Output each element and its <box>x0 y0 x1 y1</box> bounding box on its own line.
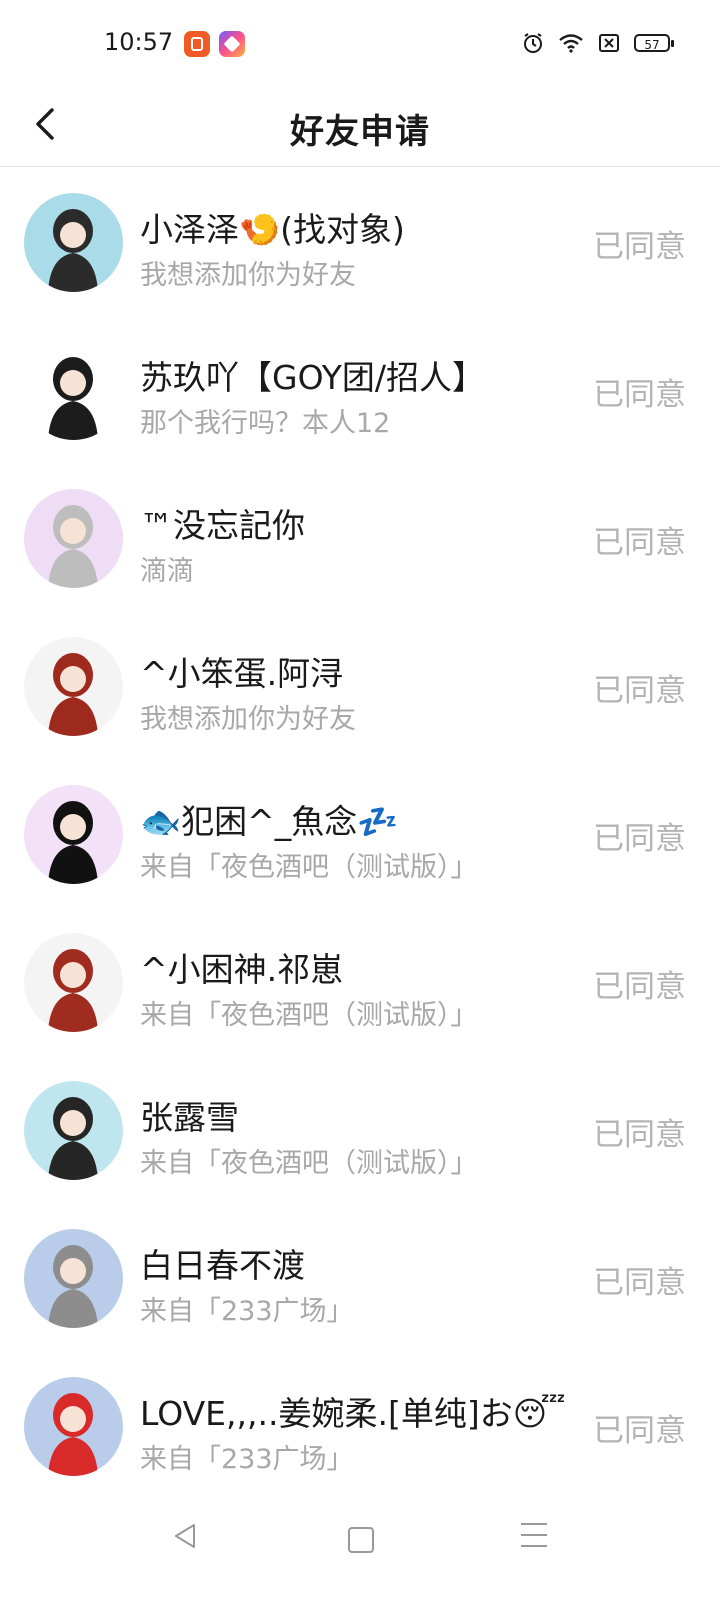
friend-name: 🐟犯困^_魚念💤 <box>140 802 399 841</box>
accepted-status-button: 已同意 <box>593 525 686 561</box>
accepted-status-button: 已同意 <box>593 1413 686 1449</box>
accepted-status-button: 已同意 <box>593 1265 686 1301</box>
status-time: 10:57 <box>104 28 174 56</box>
request-message: 来自「233广场」 <box>140 1444 354 1475</box>
system-nav-bar <box>0 1505 720 1600</box>
accepted-status-button: 已同意 <box>593 673 686 709</box>
friend-name: ^小困神.祁崽 <box>140 950 344 989</box>
friend-name: 张露雪 <box>140 1098 239 1137</box>
accepted-status-button: 已同意 <box>593 229 686 265</box>
header-bar: 好友申请 <box>0 88 720 167</box>
status-bar: 10:57 57 <box>0 0 720 88</box>
friend-request-row[interactable]: LOVE,,,..姜婉柔.[单纯]お😴 来自「233广场」 已同意 <box>0 1351 720 1499</box>
avatar[interactable] <box>24 489 123 588</box>
request-message: 来自「夜色酒吧（测试版）」 <box>140 852 478 883</box>
request-message: 我想添加你为好友 <box>140 260 356 291</box>
friend-request-list: 小泽泽🍤(找对象) 我想添加你为好友 已同意 苏玖吖【GOY团/招人】 那个我行… <box>0 167 720 1499</box>
avatar[interactable] <box>24 1229 123 1328</box>
accepted-status-button: 已同意 <box>593 821 686 857</box>
app-notification-icon-2 <box>219 31 245 57</box>
friend-request-row[interactable]: 白日春不渡 来自「233广场」 已同意 <box>0 1203 720 1351</box>
page-title: 好友申请 <box>290 112 430 152</box>
accepted-status-button: 已同意 <box>593 1117 686 1153</box>
friend-request-row[interactable]: ^小笨蛋.阿浔 我想添加你为好友 已同意 <box>0 611 720 759</box>
wifi-icon <box>559 34 583 53</box>
avatar[interactable] <box>24 341 123 440</box>
request-message: 来自「233广场」 <box>140 1296 354 1327</box>
friend-request-row[interactable]: 小泽泽🍤(找对象) 我想添加你为好友 已同意 <box>0 167 720 315</box>
friend-name: 白日春不渡 <box>140 1246 305 1285</box>
avatar[interactable] <box>24 637 123 736</box>
request-message: 滴滴 <box>140 556 194 587</box>
request-message: 那个我行吗？本人12 <box>140 408 391 439</box>
avatar[interactable] <box>24 193 123 292</box>
friend-name: 苏玖吖【GOY团/招人】 <box>140 358 486 397</box>
avatar[interactable] <box>24 785 123 884</box>
nav-menu-icon[interactable] <box>521 1523 547 1556</box>
friend-request-row[interactable]: ^小困神.祁崽 来自「夜色酒吧（测试版）」 已同意 <box>0 907 720 1055</box>
friend-name: ™没忘記你 <box>140 506 305 545</box>
app-notification-icon <box>184 31 210 57</box>
friend-name: LOVE,,,..姜婉柔.[单纯]お😴 <box>140 1394 566 1433</box>
avatar[interactable] <box>24 933 123 1032</box>
avatar[interactable] <box>24 1081 123 1180</box>
avatar[interactable] <box>24 1377 123 1476</box>
no-sim-icon <box>599 34 619 52</box>
friend-request-row[interactable]: 🐟犯困^_魚念💤 来自「夜色酒吧（测试版）」 已同意 <box>0 759 720 907</box>
request-message: 来自「夜色酒吧（测试版）」 <box>140 1000 478 1031</box>
alarm-icon <box>524 33 542 53</box>
nav-home-icon[interactable] <box>348 1527 374 1553</box>
friend-name: ^小笨蛋.阿浔 <box>140 654 344 693</box>
nav-back-icon[interactable] <box>172 1521 198 1551</box>
status-indicators: 57 <box>522 32 674 54</box>
friend-request-row[interactable]: ™没忘記你 滴滴 已同意 <box>0 463 720 611</box>
request-message: 我想添加你为好友 <box>140 704 356 735</box>
accepted-status-button: 已同意 <box>593 377 686 413</box>
friend-name: 小泽泽🍤(找对象) <box>140 210 405 249</box>
request-message: 来自「夜色酒吧（测试版）」 <box>140 1148 478 1179</box>
battery-icon: 57 <box>634 34 674 52</box>
friend-request-row[interactable]: 苏玖吖【GOY团/招人】 那个我行吗？本人12 已同意 <box>0 315 720 463</box>
accepted-status-button: 已同意 <box>593 969 686 1005</box>
friend-request-row[interactable]: 张露雪 来自「夜色酒吧（测试版）」 已同意 <box>0 1055 720 1203</box>
